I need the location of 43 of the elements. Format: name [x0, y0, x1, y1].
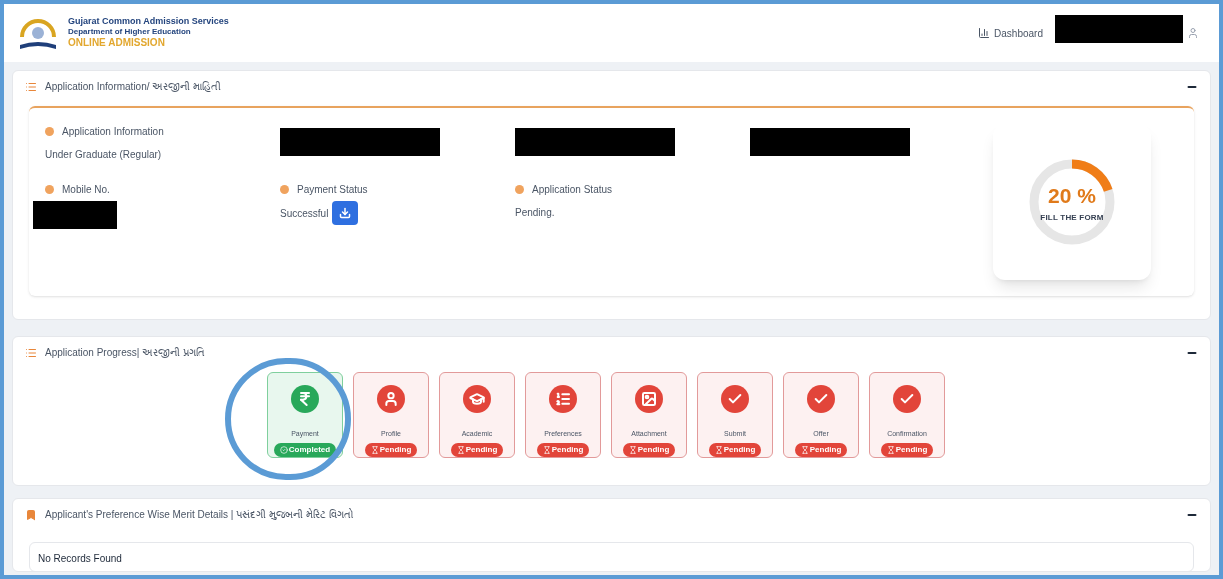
- field-label: Application Information: [62, 125, 164, 139]
- status-badge: Pending: [622, 443, 676, 457]
- info-icon: [45, 127, 54, 136]
- step-icon: [291, 385, 319, 413]
- step-icon: [807, 385, 835, 413]
- field-value: Successful: [280, 206, 329, 221]
- site-subtitle: Department of Higher Education: [68, 27, 192, 38]
- info-icon: [45, 185, 54, 194]
- field-label: Application Status: [532, 183, 613, 197]
- site-brand: ONLINE ADMISSION: [68, 37, 166, 50]
- dashboard-link[interactable]: Dashboard: [978, 25, 1043, 41]
- status-badge: Pending: [364, 443, 418, 457]
- status-badge: Pending: [880, 443, 934, 457]
- status-badge: Pending: [708, 443, 762, 457]
- step-icon: [463, 385, 491, 413]
- section-title: Applicant's Preference Wise Merit Details | પસંદગી મુજબની મેરિટ વિગતો: [45, 507, 354, 522]
- step-icon: [893, 385, 921, 413]
- list-icon: [25, 80, 37, 93]
- info-icon: [515, 185, 524, 194]
- field-label: Payment Status: [297, 183, 368, 197]
- download-icon: [339, 207, 352, 219]
- section-title: Application Information/ અરજીની માહિતી: [45, 80, 222, 94]
- progress-caption: FILL THE FORM: [1040, 211, 1104, 224]
- info-icon: [280, 185, 289, 194]
- chart-icon: [978, 27, 991, 39]
- progress-reading: 20 %: [1048, 183, 1096, 210]
- step-icon: [721, 385, 749, 413]
- site-title: Gujarat Common Admission Services: [68, 16, 229, 28]
- step-icon: [635, 385, 663, 413]
- status-badge: Pending: [450, 443, 504, 457]
- field-label: Mobile No.: [62, 183, 110, 197]
- section-title: Application Progress| અરજીની પ્રગતિ: [45, 346, 205, 360]
- download-button[interactable]: [332, 201, 359, 225]
- list-icon: [25, 346, 37, 359]
- bookmark-icon: [25, 508, 37, 521]
- status-badge: Completed: [273, 443, 337, 457]
- field-value: Under Graduate (Regular): [45, 148, 163, 162]
- status-badge: Pending: [536, 443, 590, 457]
- status-badge: Pending: [794, 443, 848, 457]
- empty-message: No Records Found: [38, 553, 122, 564]
- step-icon: [377, 385, 405, 413]
- step-icon: [549, 385, 577, 413]
- field-value: Pending.: [515, 206, 556, 220]
